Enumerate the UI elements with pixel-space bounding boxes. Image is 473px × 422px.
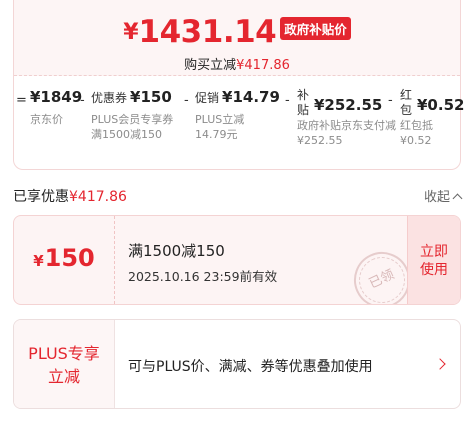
red-packet-desc: 红包抵¥0.52	[400, 119, 433, 147]
use-now-button[interactable]: 立即使用	[407, 216, 460, 304]
subsidy-prefix: 补贴	[297, 88, 310, 117]
red-packet-value: ¥0.52	[417, 96, 465, 114]
promo-desc: PLUS立减14.79元	[195, 113, 245, 141]
final-price-currency: ¥	[123, 20, 139, 45]
coupon-prefix: 优惠券	[91, 91, 128, 105]
coupon-currency: ¥	[33, 252, 44, 270]
chevron-right-icon	[434, 358, 446, 370]
plus-discount-card[interactable]: PLUS专享立减 可与PLUS价、满减、券等优惠叠加使用	[13, 319, 461, 409]
collapse-button[interactable]: 收起	[423, 186, 463, 205]
enjoyed-discount-label: 已享优惠¥417.86	[13, 189, 127, 205]
price-header: ¥1431.14 政府补贴价 购买立减¥417.86	[14, 0, 460, 76]
subsidy-desc: 政府补贴京东支付减¥252.55	[297, 119, 396, 147]
coupon-title: 满1500减150	[128, 242, 225, 260]
final-price: ¥1431.14 政府补贴价	[14, 14, 460, 50]
jd-price-desc: 京东价	[30, 113, 63, 126]
coupon-info: 满1500减150 2025.10.16 23:59前有效	[128, 240, 277, 285]
promo-value: ¥14.79	[222, 88, 280, 106]
enjoyed-label-text: 已享优惠	[13, 189, 69, 205]
coupon-card: ¥150 满1500减150 2025.10.16 23:59前有效 已领 立即…	[13, 215, 461, 305]
coupon-expire: 2025.10.16 23:59前有效	[128, 269, 278, 284]
instant-discount-label: 购买立减	[184, 58, 237, 73]
plus-label: PLUS专享立减	[28, 344, 100, 386]
coupon-amount: ¥150	[14, 216, 115, 304]
final-price-value: 1431.14	[138, 14, 277, 50]
coupon-value: ¥150	[130, 88, 172, 106]
price-summary-card: ¥1431.14 政府补贴价 购买立减¥417.86 = ¥1849 京东价 - …	[13, 0, 465, 170]
collapse-label: 收起	[423, 190, 450, 205]
red-packet-prefix: 红包	[400, 88, 413, 117]
enjoyed-discount-amount: ¥417.86	[69, 189, 127, 205]
price-formula: = ¥1849 京东价 - 优惠券 ¥150 PLUS会员专享券 满1500减15…	[14, 88, 465, 158]
minus-sign: -	[184, 93, 189, 108]
promo-prefix: 促销	[195, 91, 220, 105]
subsidy-value: ¥252.55	[314, 96, 383, 114]
instant-discount-line: 购买立减¥417.86	[14, 54, 460, 73]
minus-sign: -	[285, 93, 290, 108]
formula-item-red-packet: 红包 ¥0.52 红包抵¥0.52	[400, 88, 465, 148]
coupon-amount-value: 150	[44, 244, 95, 272]
coupon-desc: PLUS会员专享券 满1500减150	[91, 113, 174, 141]
gov-subsidy-badge: 政府补贴价	[280, 17, 351, 40]
formula-item-subsidy: 补贴 ¥252.55 政府补贴京东支付减¥252.55	[297, 88, 399, 148]
use-now-label: 立即使用	[420, 244, 448, 278]
plus-label-box: PLUS专享立减	[14, 320, 115, 408]
plus-description: 可与PLUS价、满减、券等优惠叠加使用	[128, 359, 373, 375]
minus-sign: -	[388, 93, 393, 108]
chevron-up-icon	[452, 193, 463, 204]
formula-item-coupon: 优惠券 ¥150 PLUS会员专享券 满1500减150	[91, 88, 176, 142]
minus-sign: -	[80, 93, 85, 108]
formula-item-promo: 促销 ¥14.79 PLUS立减14.79元	[195, 88, 280, 142]
enjoyed-discount-row: 已享优惠¥417.86 收起	[13, 186, 463, 206]
equals-sign: =	[16, 93, 27, 108]
instant-discount-amount: ¥417.86	[236, 58, 290, 73]
